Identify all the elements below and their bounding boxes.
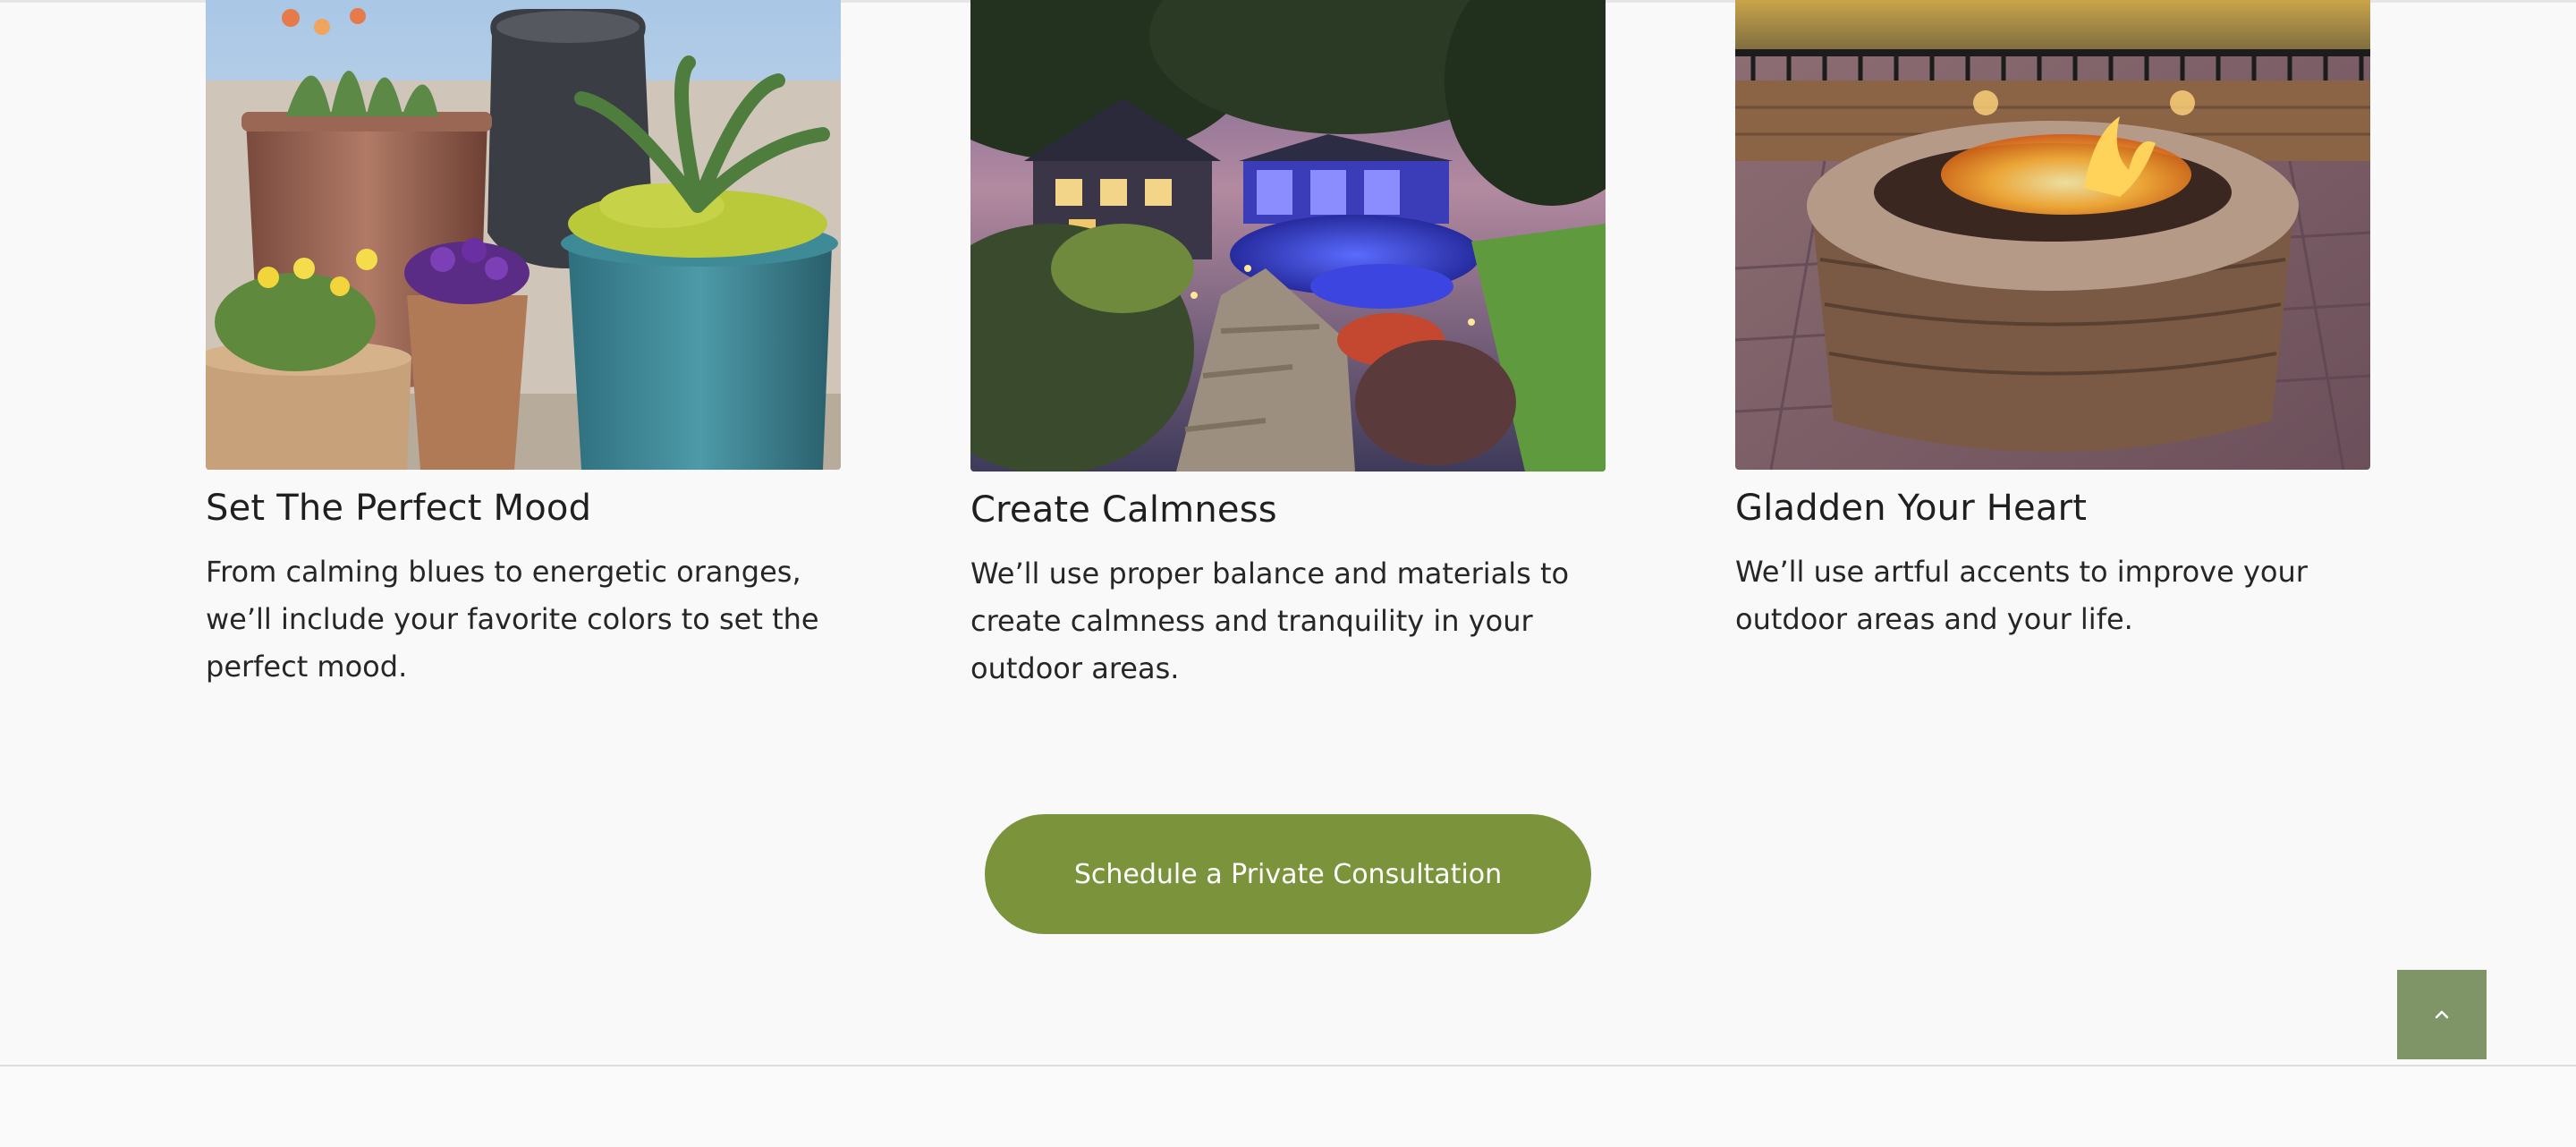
potted-plants-illustration [206, 0, 841, 470]
scroll-to-top-button[interactable] [2397, 970, 2487, 1059]
pool-garden-illustration [970, 0, 1606, 472]
card-title: Gladden Your Heart [1735, 488, 2088, 529]
card-title: Create Calmness [970, 489, 1277, 531]
card-description: We’ll use proper balance and materials t… [970, 557, 1570, 685]
feature-card-mood: Set The Perfect Mood From calming blues … [206, 0, 841, 691]
feature-card-calmness: Create Calmness We’ll use proper balance… [970, 0, 1606, 692]
stone-fire-pit-photo [1735, 0, 2370, 470]
page: Set The Perfect Mood From calming blues … [0, 0, 2576, 1147]
schedule-consultation-button[interactable]: Schedule a Private Consultation [985, 814, 1591, 934]
chevron-up-icon [2435, 1010, 2449, 1019]
potted-plants-photo [206, 0, 841, 470]
footer [0, 1066, 2576, 1147]
card-title: Set The Perfect Mood [206, 488, 592, 529]
card-description: From calming blues to energetic oranges,… [206, 555, 819, 684]
card-description: We’ll use artful accents to improve your… [1735, 555, 2308, 636]
feature-card-heart: Gladden Your Heart We’ll use artful acce… [1735, 0, 2370, 643]
fire-pit-illustration [1735, 0, 2370, 470]
illuminated-pool-garden-photo [970, 0, 1606, 472]
